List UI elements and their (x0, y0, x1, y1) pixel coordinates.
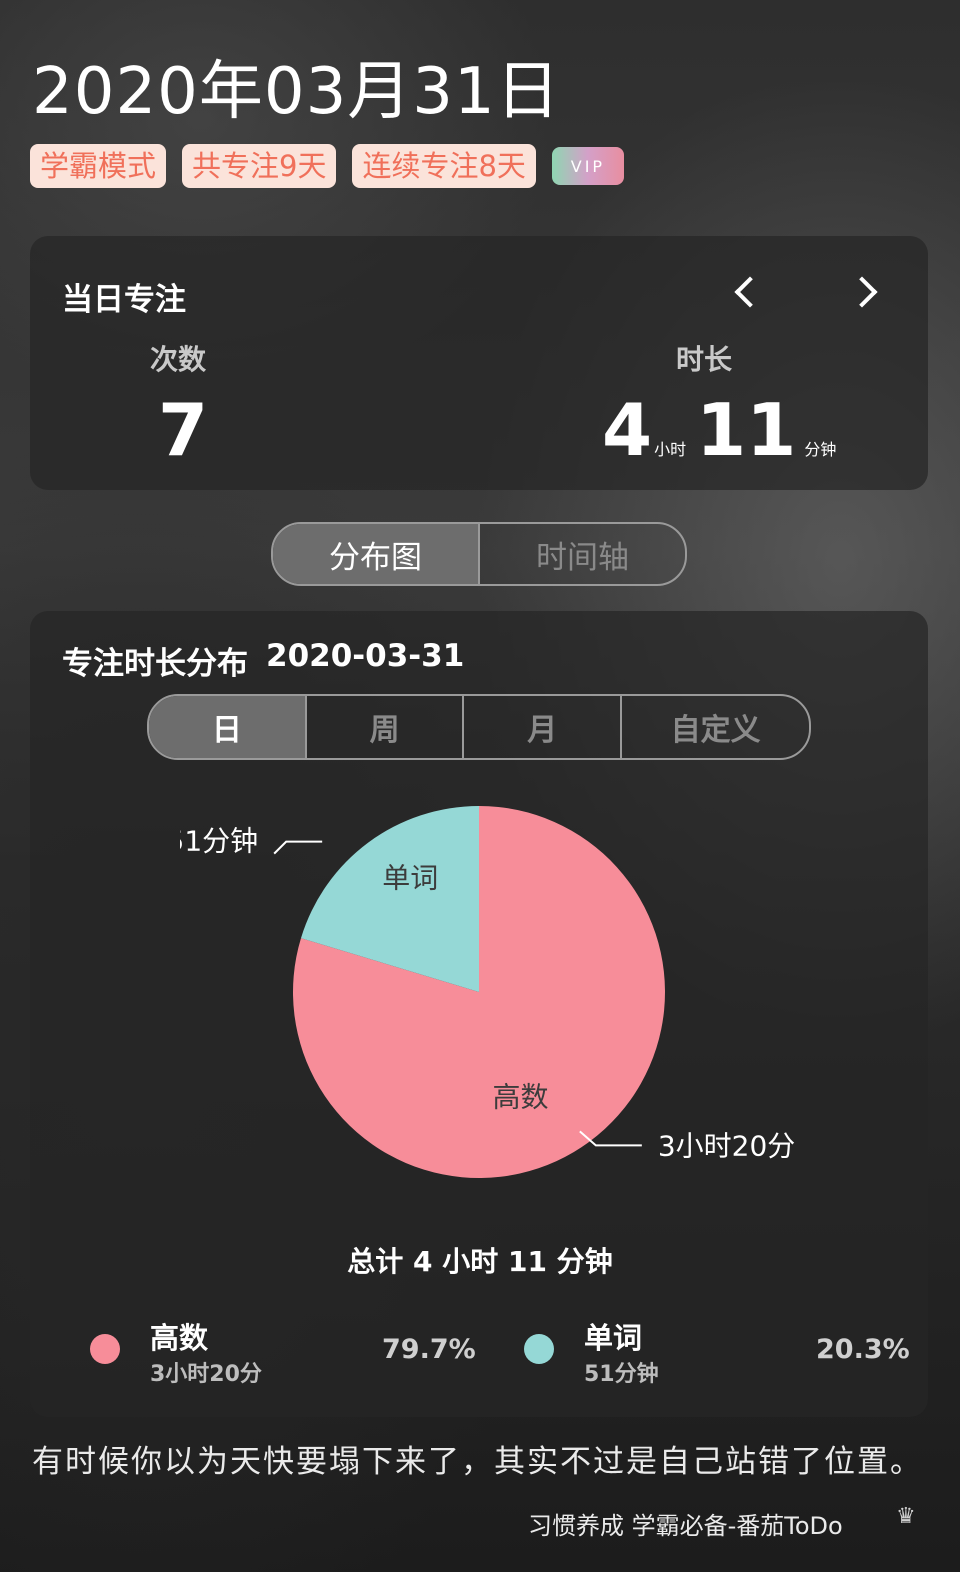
legend-name-vocab: 单词 (584, 1321, 643, 1355)
chevron-right-icon (846, 276, 878, 308)
next-day-button[interactable] (842, 270, 882, 314)
range-tab-month[interactable]: 月 (462, 696, 620, 758)
view-option-timeline[interactable]: 时间轴 (478, 524, 685, 584)
total-duration: 总计 4 小时 11 分钟 (347, 1245, 613, 1278)
count-label: 次数 (150, 343, 207, 376)
view-switch: 分布图 时间轴 (271, 522, 687, 586)
minutes-unit: 分钟 (804, 440, 837, 459)
chevron-left-icon (734, 276, 766, 308)
vip-badge[interactable]: VIP (551, 147, 624, 185)
distribution-date: 2020-03-31 (266, 638, 465, 674)
tag-row: 学霸模式 共专注9天 连续专注8天 VIP (30, 144, 624, 188)
legend-percent-vocab: 20.3% (816, 1334, 910, 1365)
date-title: 2020年03月31日 (32, 55, 561, 129)
prev-day-button[interactable] (730, 270, 770, 314)
app-footer: 习惯养成 学霸必备-番茄ToDo (528, 1512, 843, 1540)
pie-value-vocab: 51分钟 (180, 825, 258, 858)
range-tab-day[interactable]: 日 (149, 696, 305, 758)
legend-percent-math: 79.7% (382, 1334, 476, 1365)
tag-streak-days: 连续专注8天 (352, 144, 536, 188)
duration-value: 4 小时 11 分钟 (602, 388, 836, 472)
hours-value: 4 (602, 388, 653, 472)
view-option-distribution[interactable]: 分布图 (273, 524, 478, 584)
crown-icon: ♛ (896, 1504, 916, 1529)
pie-label-math: 高数 (492, 1081, 548, 1114)
distribution-title: 专注时长分布 (62, 646, 248, 682)
range-tab-custom[interactable]: 自定义 (620, 696, 809, 758)
legend-name-math: 高数 (150, 1321, 209, 1355)
pie-value-math: 3小时20分 (658, 1129, 795, 1162)
legend-dot-math (90, 1334, 120, 1364)
pie-leader-line (273, 840, 323, 855)
hours-unit: 小时 (654, 440, 687, 459)
range-tab-week[interactable]: 周 (304, 696, 463, 758)
tag-study-mode: 学霸模式 (30, 144, 167, 188)
legend-duration-math: 3小时20分 (150, 1362, 262, 1387)
count-value: 7 (158, 388, 209, 472)
pie-chart: 高数 3小时20分 单词 51分钟 (180, 806, 795, 1178)
daily-focus-title: 当日专注 (62, 282, 186, 318)
legend-duration-vocab: 51分钟 (584, 1362, 659, 1387)
tag-total-days: 共专注9天 (182, 144, 337, 188)
pie-label-vocab: 单词 (382, 861, 438, 894)
motivational-quote: 有时候你以为天快要塌下来了，其实不过是自己站错了位置。 (32, 1444, 923, 1480)
legend-dot-vocab (524, 1334, 554, 1364)
range-tabs: 日 周 月 自定义 (147, 694, 811, 760)
minutes-value: 11 (696, 388, 797, 472)
duration-label: 时长 (676, 343, 733, 376)
distribution-heading: 专注时长分布 2020-03-31 (62, 638, 464, 683)
